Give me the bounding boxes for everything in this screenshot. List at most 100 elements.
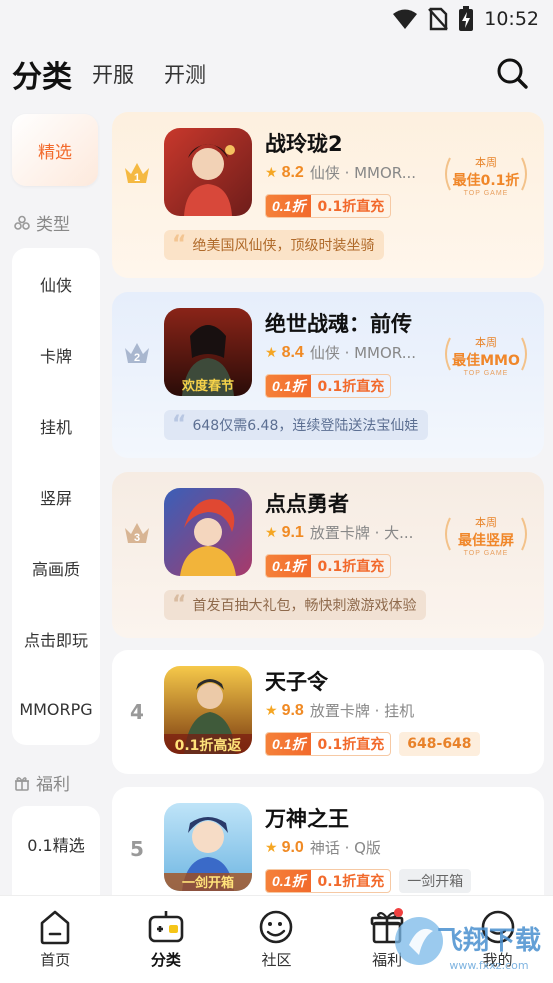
game-quote: “ 648仅需6.48，连续登陆送法宝仙娃 xyxy=(164,410,429,440)
search-icon[interactable] xyxy=(495,56,529,90)
rank-1-crown-icon: 1 xyxy=(125,163,149,184)
discount-row: 0.1折 0.1折直充 一剑开箱 xyxy=(265,869,472,893)
quote-text: 首发百抽大礼包，畅快刺激游戏体验 xyxy=(192,598,417,614)
game-meta: ★ 9.1 放置卡牌 · 大... xyxy=(265,522,413,543)
award-badge: 本周 最佳竖屏 TOP GAME xyxy=(440,510,532,560)
sidebar-item-mmorpg[interactable]: MMORPG xyxy=(12,674,100,745)
game-icon[interactable] xyxy=(164,128,252,216)
nav-category[interactable]: 分类 xyxy=(111,896,222,983)
category-sidebar: 精选 类型 仙侠 卡牌 挂机 竖屏 高画质 点击即玩 MMORPG 福利 0.1… xyxy=(0,110,106,895)
sidebar-section-welfare: 福利 xyxy=(14,770,70,795)
award-badge: 本周 最佳MMO TOP GAME xyxy=(440,330,532,380)
quote-icon: “ xyxy=(172,592,187,617)
status-time: 10:52 xyxy=(484,8,539,30)
quote-icon: “ xyxy=(172,232,187,257)
game-title: 绝世战魂：前传 xyxy=(265,312,412,336)
rank-3-text: 3 xyxy=(134,532,140,544)
game-meta: ★ 9.0 神话 · Q版 xyxy=(265,837,381,858)
discount-badge: 0.1折 xyxy=(266,555,312,577)
discount-text: 0.1折直充 xyxy=(317,199,385,215)
sidebar-item-card[interactable]: 卡牌 xyxy=(12,319,100,390)
sidebar-type-group: 仙侠 卡牌 挂机 竖屏 高画质 点击即玩 MMORPG xyxy=(12,248,100,745)
sidebar-item-idle[interactable]: 挂机 xyxy=(12,390,100,461)
discount-tag: 0.1折 0.1折直充 xyxy=(265,554,392,578)
discount-badge: 0.1折 xyxy=(266,375,312,397)
sidebar-section-welfare-label: 福利 xyxy=(36,775,70,795)
game-title: 天子令 xyxy=(265,670,328,694)
sidebar-item-01-featured[interactable]: 0.1精选 xyxy=(12,806,100,882)
star-icon: ★ xyxy=(265,839,278,856)
game-score: 9.0 xyxy=(281,838,304,856)
game-icon[interactable]: 一剑开箱 xyxy=(164,803,252,891)
discount-text: 0.1折直充 xyxy=(317,737,385,753)
star-icon: ★ xyxy=(265,344,278,361)
tab-open-test[interactable]: 开测 xyxy=(164,59,206,89)
game-tags: 神话 · Q版 xyxy=(309,839,381,857)
discount-tag: 0.1折 0.1折直充 xyxy=(265,869,392,893)
game-icon[interactable]: 0.1折高返 xyxy=(164,666,252,754)
tab-open-server[interactable]: 开服 xyxy=(92,59,134,89)
icon-caption: 一剑开箱 xyxy=(182,875,234,891)
nav-community[interactable]: 社区 xyxy=(221,896,332,983)
game-card-2[interactable]: 2 欢度春节 绝世战魂：前传 ★ 8.4 仙侠 · MMOR... 0.1折 0… xyxy=(112,292,544,458)
game-icon[interactable] xyxy=(164,488,252,576)
gamepad-icon xyxy=(148,911,184,943)
nav-home[interactable]: 首页 xyxy=(0,896,111,983)
watermark-url: www.fxxz.com xyxy=(449,959,528,972)
game-title: 点点勇者 xyxy=(265,492,349,516)
game-title: 战玲珑2 xyxy=(265,132,343,156)
battery-charging-icon xyxy=(459,6,474,31)
watermark-text: 飞翔下载 xyxy=(437,926,541,956)
tab-category[interactable]: 分类 xyxy=(12,52,72,96)
gift-icon xyxy=(15,776,29,791)
game-card-3[interactable]: 3 点点勇者 ★ 9.1 放置卡牌 · 大... 0.1折 0.1折直充 本周 … xyxy=(112,472,544,638)
game-card-1[interactable]: 1 战玲珑2 ★ 8.2 仙侠 · MMOR... 0.1折 0.1折直充 本周… xyxy=(112,112,544,278)
game-score: 9.8 xyxy=(281,701,304,719)
rank-2-badge-icon: 2 xyxy=(125,343,149,364)
icon-caption: 欢度春节 xyxy=(181,378,234,394)
sidebar-item-featured[interactable]: 精选 xyxy=(12,114,98,186)
discount-text: 0.1折直充 xyxy=(317,559,385,575)
sidebar-item-hd[interactable]: 高画质 xyxy=(12,532,100,603)
quote-text: 648仅需6.48，连续登陆送法宝仙娃 xyxy=(192,418,419,434)
discount-tag: 0.1折 0.1折直充 xyxy=(265,194,392,218)
extra-tag: 648-648 xyxy=(399,732,480,756)
star-icon: ★ xyxy=(265,164,278,181)
sidebar-item-xianxia[interactable]: 仙侠 xyxy=(12,248,100,319)
status-bar: 10:52 xyxy=(0,0,553,38)
rank-3-badge-icon: 3 xyxy=(125,523,149,544)
nav-home-label: 首页 xyxy=(40,951,71,969)
discount-row: 0.1折 0.1折直充 xyxy=(265,374,392,398)
game-meta: ★ 9.8 放置卡牌 · 挂机 xyxy=(265,700,414,721)
watermark-logo: 飞翔下载 www.fxxz.com xyxy=(389,903,549,977)
game-quote: “ 首发百抽大礼包，畅快刺激游戏体验 xyxy=(164,590,427,620)
icon-caption: 0.1折高返 xyxy=(175,737,242,754)
discount-text: 0.1折直充 xyxy=(317,379,385,395)
game-meta: ★ 8.2 仙侠 · MMOR... xyxy=(265,162,416,183)
wifi-icon xyxy=(393,9,418,29)
star-icon: ★ xyxy=(265,524,278,541)
sidebar-item-portrait[interactable]: 竖屏 xyxy=(12,461,100,532)
discount-row: 0.1折 0.1折直充 xyxy=(265,554,392,578)
top-tab-bar: 分类 开服 开测 xyxy=(0,38,553,110)
rank-2-text: 2 xyxy=(134,352,140,364)
game-tags: 仙侠 · MMOR... xyxy=(309,164,416,182)
discount-row: 0.1折 0.1折直充 648-648 xyxy=(265,732,480,756)
home-icon xyxy=(40,910,70,945)
discount-badge: 0.1折 xyxy=(266,195,312,217)
community-icon xyxy=(260,910,293,944)
rank-number: 5 xyxy=(130,837,144,861)
sidebar-item-instant-play[interactable]: 点击即玩 xyxy=(12,603,100,674)
game-meta: ★ 8.4 仙侠 · MMOR... xyxy=(265,342,416,363)
quote-text: 绝美国风仙侠，顶级时装坐骑 xyxy=(192,238,375,254)
discount-badge: 0.1折 xyxy=(266,733,312,755)
discount-tag: 0.1折 0.1折直充 xyxy=(265,732,392,756)
nav-category-label: 分类 xyxy=(150,951,181,969)
game-title: 万神之王 xyxy=(265,807,349,831)
rank-1-text: 1 xyxy=(134,172,140,184)
game-card-4[interactable]: 4 0.1折高返 天子令 ★ 9.8 放置卡牌 · 挂机 0.1折 0.1折直充… xyxy=(112,650,544,774)
game-icon[interactable]: 欢度春节 xyxy=(164,308,252,396)
no-sim-icon xyxy=(428,7,449,31)
award-badge: 本周 最佳0.1折 TOP GAME xyxy=(440,150,532,200)
game-score: 8.2 xyxy=(281,163,304,181)
